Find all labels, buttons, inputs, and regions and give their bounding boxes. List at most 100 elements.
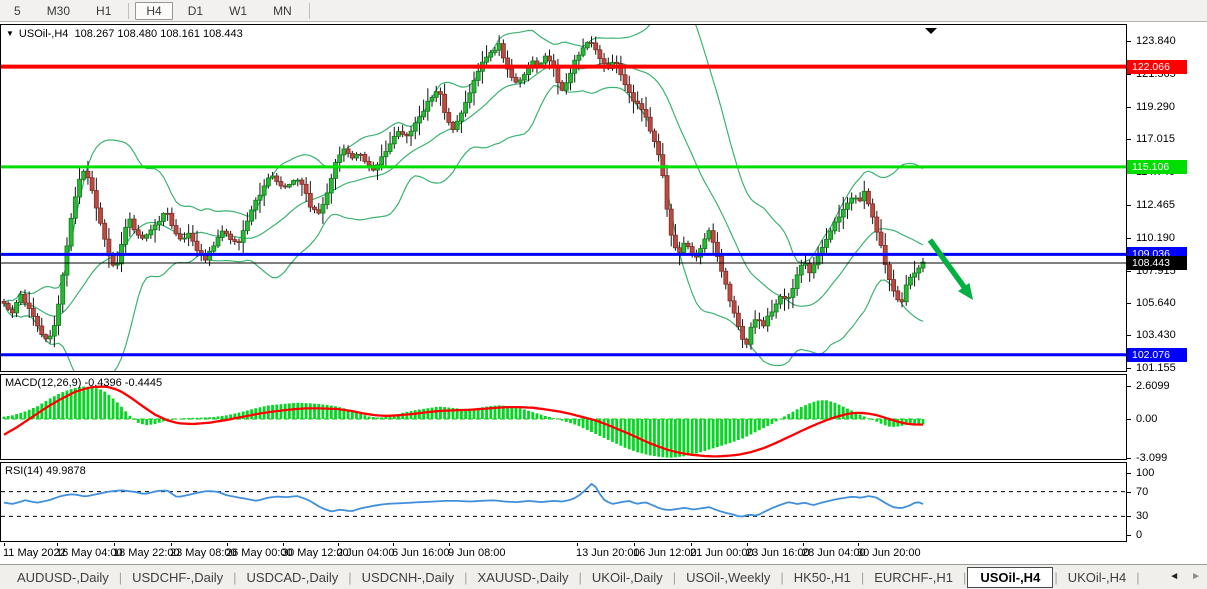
bear-candle [10,309,14,313]
tab-ukoil-h4[interactable]: UKOil-,H4 [1059,568,1136,587]
bear-candle [627,85,631,93]
timeframe-button-5[interactable]: 5 [3,2,32,20]
toolbar-separator [128,3,129,19]
bull-candle [455,121,459,129]
bull-candle [753,320,757,328]
bear-candle [673,235,677,248]
tab-scroll-right-icon[interactable]: ► [1191,571,1201,582]
chart-dropdown-icon[interactable]: ▼ [6,29,14,38]
bull-candle [770,312,774,316]
bear-candle [237,242,241,243]
timeframe-button-d1[interactable]: D1 [177,2,214,20]
bear-candle [887,265,891,280]
bull-candle [19,294,23,302]
timeframe-button-w1[interactable]: W1 [218,2,258,20]
bear-candle [350,153,354,158]
tab-hk50-h1[interactable]: HK50-,H1 [785,568,860,587]
tab-xauusd-daily[interactable]: XAUUSD-,Daily [468,568,577,587]
tab-scroll-left-icon[interactable]: ◄ [1169,571,1179,582]
bear-candle [367,161,371,165]
timeframe-button-h1[interactable]: H1 [85,2,122,20]
bear-candle [678,248,682,253]
tab-ukoil-daily[interactable]: UKOil-,Daily [583,568,672,587]
bull-candle [145,235,149,238]
top-marker-triangle-icon[interactable] [925,28,937,34]
bear-candle [690,247,694,254]
tab-usdcad-daily[interactable]: USDCAD-,Daily [238,568,348,587]
bull-candle [384,152,388,157]
tab-usoil-h4[interactable]: USOil-,H4 [967,567,1053,588]
timeframe-button-h4[interactable]: H4 [135,2,172,20]
bull-candle [69,218,73,246]
time-axis-label: 13 Jun 20:00 [576,547,640,559]
bollinger-band-line [4,86,923,371]
bear-candle [31,308,35,316]
bear-candle [170,213,174,225]
bear-candle [308,193,312,207]
tab-usoil-weekly[interactable]: USOil-,Weekly [677,568,779,587]
bull-candle [585,43,589,48]
bull-candle [472,80,476,92]
bear-candle [443,94,447,112]
bull-candle [804,264,808,266]
price-chart-pane[interactable]: ▼USOil-,H4 108.267 108.480 108.161 108.4… [0,24,1127,372]
macd-axis-tick-label: 2.6099 [1136,380,1170,392]
tab-usdcnh-daily[interactable]: USDCNH-,Daily [353,568,463,587]
bear-candle [762,321,766,326]
price-axis-tick-label: 112.465 [1136,199,1175,211]
time-tick-mark [634,543,635,546]
bear-candle [501,44,505,58]
bull-candle [153,225,157,230]
trading-terminal-window: 5M30H1 H4 D1W1MN ▼USOil-,H4 108.267 108.48… [0,0,1207,589]
bull-candle [791,288,795,297]
price-axis-tick-mark [1127,107,1131,108]
tab-separator: | [1135,570,1140,585]
bull-candle [766,316,770,326]
bull-candle [292,180,296,184]
bull-candle [577,55,581,60]
bear-candle [99,208,103,223]
tab-eurchf-h1[interactable]: EURCHF-,H1 [865,568,962,587]
bear-candle [757,320,761,321]
bull-candle [518,80,522,82]
bear-candle [229,234,233,240]
bear-candle [451,122,455,129]
time-axis[interactable]: 11 May 202216 May 04:0018 May 22:0023 Ma… [0,543,1127,563]
price-badge-108-443: 108.443 [1127,256,1187,270]
bear-candle [896,291,900,300]
bear-candle [111,256,115,265]
time-tick-mark [283,543,284,546]
bull-candle [564,83,568,90]
bear-candle [875,217,879,232]
bear-candle [598,50,602,59]
bull-candle [904,285,908,302]
time-tick-mark [4,543,5,546]
bull-candle [57,304,61,325]
rsi-indicator-pane[interactable]: RSI(14) 49.9878 [0,462,1127,542]
macd-axis-tick-mark [1127,458,1131,459]
bear-candle [313,207,317,210]
bear-candle [23,294,27,303]
down-arrow-annotation[interactable] [930,240,967,291]
bear-candle [615,62,619,63]
bear-candle [40,326,44,335]
tab-audusd-daily[interactable]: AUDUSD-,Daily [8,568,118,587]
timeframe-button-mn[interactable]: MN [262,2,303,20]
rsi-axis-tick-label: 100 [1136,467,1154,479]
macd-indicator-pane[interactable]: MACD(12,26,9) -0.4396 -0.4445 [0,374,1127,460]
timeframe-toolbar: 5M30H1 H4 D1W1MN [0,0,1207,22]
bull-candle [820,247,824,253]
tab-scroll-arrows: ◄► [1169,571,1201,582]
bull-candle [396,132,400,137]
bear-candle [300,180,304,184]
bollinger-band-line [4,63,923,316]
bull-candle [266,178,270,186]
bear-candle [514,77,518,82]
time-axis-label: 2 Jun 04:00 [337,547,395,559]
price-axis[interactable]: 123.840121.565119.290117.015114.740112.4… [1127,24,1207,545]
bull-candle [829,231,833,239]
bull-candle [254,200,258,210]
timeframe-button-m30[interactable]: M30 [36,2,81,20]
bull-candle [128,219,132,227]
tab-usdchf-daily[interactable]: USDCHF-,Daily [123,568,232,587]
